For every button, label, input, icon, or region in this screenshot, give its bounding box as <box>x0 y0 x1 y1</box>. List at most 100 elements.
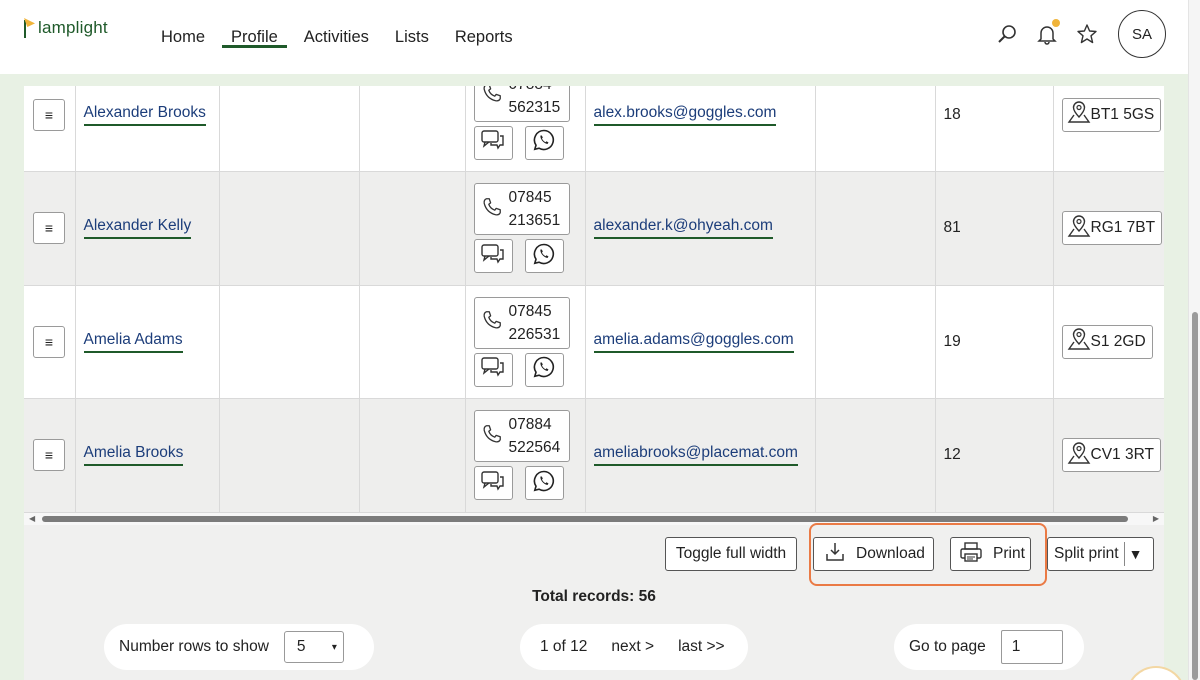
nav-lists[interactable]: Lists <box>386 0 438 74</box>
phone-number-part: 07884 <box>509 86 561 96</box>
download-icon <box>824 541 846 568</box>
phone-icon <box>481 309 503 336</box>
call-button[interactable]: 07884 562315 <box>473 86 570 122</box>
phone-number-part: 562315 <box>508 98 561 116</box>
table-row: ≡ Alexander Brooks 07884 562315 alex.broo… <box>24 86 1164 172</box>
call-button[interactable]: 07884 522564 <box>473 410 570 463</box>
scroll-left-arrow-icon[interactable]: ◀ <box>29 514 35 523</box>
email-link[interactable]: amelia.adams@goggles.com <box>593 331 794 353</box>
whatsapp-icon <box>532 469 556 498</box>
rows-per-page-control: Number rows to show 5 ▾ <box>104 624 374 670</box>
empty-cell <box>815 171 936 286</box>
nav-reports[interactable]: Reports <box>446 0 522 74</box>
phone-number-part: 226531 <box>508 325 561 343</box>
map-pin-icon <box>1067 99 1091 130</box>
lamplight-logo[interactable]: lamplight <box>22 18 108 38</box>
postcode-label: BT1 5GS <box>1090 105 1155 123</box>
header-actions: SA <box>994 10 1166 58</box>
contact-name-link[interactable]: Amelia Adams <box>83 331 183 353</box>
split-print-dropdown-icon[interactable]: ▼ <box>1129 546 1143 562</box>
toggle-full-width-button[interactable]: Toggle full width <box>665 537 797 571</box>
empty-cell <box>219 86 360 172</box>
phone-number-part: 213651 <box>508 212 561 230</box>
goto-label: Go to page <box>909 638 986 655</box>
split-print-button[interactable]: Split print ▼ <box>1047 537 1154 571</box>
nav-activities[interactable]: Activities <box>295 0 378 74</box>
whatsapp-button[interactable] <box>524 125 564 160</box>
sms-button[interactable] <box>473 352 513 387</box>
chevron-down-icon: ▾ <box>331 641 337 653</box>
empty-cell <box>815 398 936 513</box>
main-nav: Home Profile Activities Lists Reports <box>152 0 530 74</box>
rows-per-page-select[interactable]: 5 ▾ <box>283 631 344 663</box>
row-menu-button[interactable]: ≡ <box>33 98 65 131</box>
empty-cell <box>219 285 360 399</box>
whatsapp-button[interactable] <box>524 466 564 501</box>
postcode-label: S1 2GD <box>1090 332 1146 350</box>
map-pin-icon <box>1067 440 1091 471</box>
empty-cell <box>219 171 360 286</box>
empty-cell <box>359 86 466 172</box>
scroll-right-arrow-icon[interactable]: ▶ <box>1153 514 1159 523</box>
search-icon[interactable] <box>994 21 1020 47</box>
phone-number-part: 07884 <box>508 416 552 434</box>
chat-bubbles-icon <box>480 355 506 384</box>
postcode-map-button[interactable]: BT1 5GS <box>1061 97 1162 132</box>
count-value: 18 <box>943 105 961 123</box>
page-scrollbar-thumb[interactable] <box>1192 312 1198 680</box>
notifications-bell-icon[interactable] <box>1034 19 1060 47</box>
email-link[interactable]: ameliabrooks@placemat.com <box>593 444 798 467</box>
records-panel: ≡ Alexander Brooks 07884 562315 alex.broo… <box>24 86 1164 680</box>
postcode-map-button[interactable]: S1 2GD <box>1061 324 1153 359</box>
page-status: 1 of 12 <box>540 638 588 655</box>
pagination: 1 of 12 next > last >> <box>520 624 748 670</box>
table-scrollbar-thumb[interactable] <box>42 516 1128 522</box>
phone-number-part: 07845 <box>508 302 552 320</box>
page-vertical-scrollbar[interactable] <box>1188 0 1200 680</box>
chat-bubbles-icon <box>480 469 506 498</box>
sms-button[interactable] <box>473 125 513 160</box>
sms-button[interactable] <box>473 466 513 501</box>
whatsapp-button[interactable] <box>524 352 564 387</box>
count-value: 19 <box>943 332 961 350</box>
phone-number-part: 522564 <box>508 439 561 457</box>
call-button[interactable]: 07845 213651 <box>473 183 570 236</box>
count-value: 81 <box>943 219 961 237</box>
contact-name-link[interactable]: Alexander Kelly <box>83 217 192 240</box>
contact-name-link[interactable]: Amelia Brooks <box>83 444 184 467</box>
user-avatar[interactable]: SA <box>1118 10 1166 58</box>
email-link[interactable]: alexander.k@ohyeah.com <box>593 217 773 240</box>
go-to-page-control: Go to page 1 <box>894 624 1084 670</box>
empty-cell <box>359 398 466 513</box>
favourites-star-icon[interactable] <box>1074 21 1100 47</box>
download-button[interactable]: Download <box>813 537 934 571</box>
postcode-map-button[interactable]: CV1 3RT <box>1061 438 1161 473</box>
email-link[interactable]: alex.brooks@goggles.com <box>593 104 777 126</box>
last-page-link[interactable]: last >> <box>678 638 725 656</box>
empty-cell <box>815 285 936 399</box>
sms-button[interactable] <box>473 239 513 274</box>
nav-home[interactable]: Home <box>152 0 214 74</box>
print-button[interactable]: Print <box>950 537 1031 571</box>
row-menu-button[interactable]: ≡ <box>33 325 65 358</box>
table-row: ≡ Amelia Brooks 07884 522564 ameliabrooks… <box>24 398 1164 513</box>
chat-bubbles-icon <box>480 128 506 157</box>
call-button[interactable]: 07845 226531 <box>473 296 570 349</box>
split-print-label: Split print <box>1054 545 1119 562</box>
goto-page-input[interactable]: 1 <box>1000 630 1063 664</box>
empty-cell <box>219 398 360 513</box>
whatsapp-button[interactable] <box>524 239 564 274</box>
postcode-map-button[interactable]: RG1 7BT <box>1061 211 1163 246</box>
contact-name-link[interactable]: Alexander Brooks <box>83 104 206 126</box>
map-pin-icon <box>1067 213 1091 244</box>
postcode-label: RG1 7BT <box>1090 219 1156 237</box>
map-pin-icon <box>1067 326 1091 357</box>
table-row: ≡ Amelia Adams 07845 226531 amelia.adams@… <box>24 285 1164 399</box>
next-page-link[interactable]: next > <box>611 638 654 656</box>
phone-icon <box>481 423 503 450</box>
row-menu-button[interactable]: ≡ <box>33 212 65 245</box>
empty-cell <box>815 86 936 172</box>
nav-profile[interactable]: Profile <box>222 0 287 74</box>
row-menu-button[interactable]: ≡ <box>33 439 65 472</box>
whatsapp-icon <box>532 128 556 157</box>
